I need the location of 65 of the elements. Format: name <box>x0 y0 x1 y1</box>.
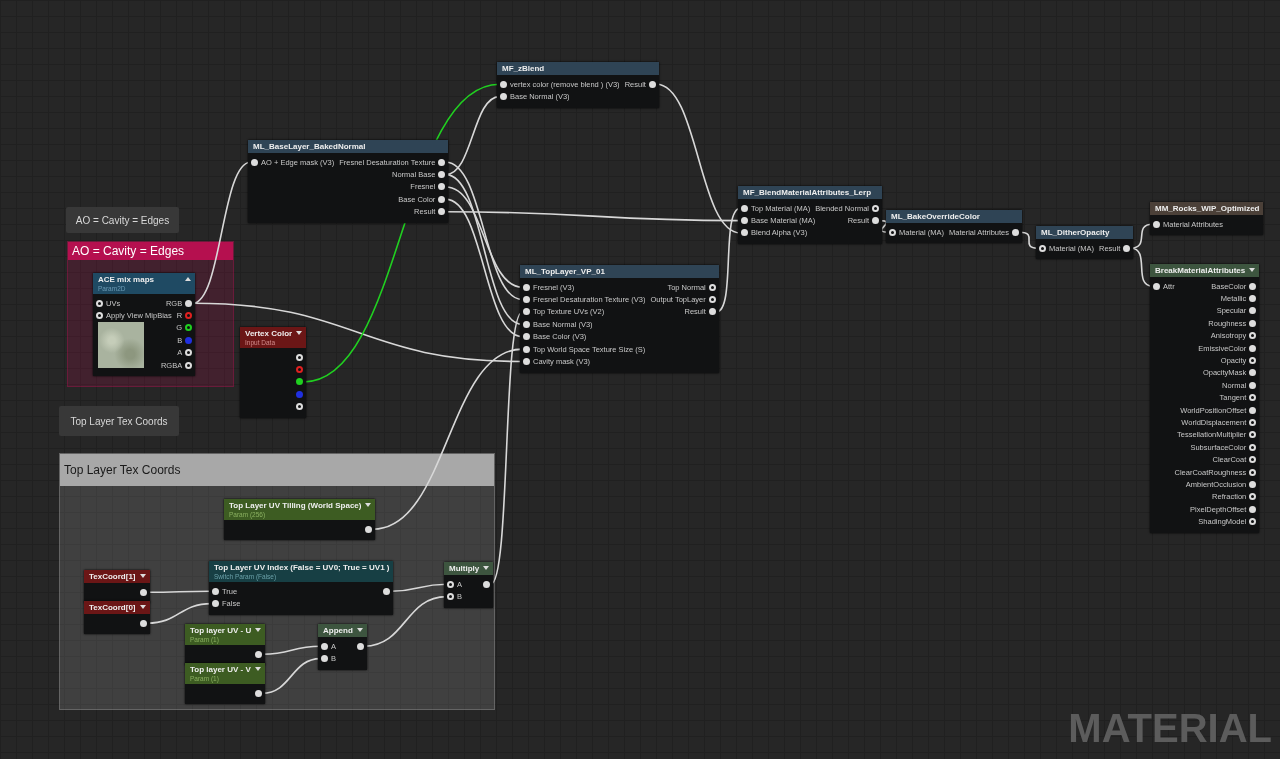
triangle-down-icon[interactable] <box>296 331 303 335</box>
output-pin[interactable] <box>296 378 304 386</box>
graph-node[interactable] <box>1150 264 1260 533</box>
input-pin[interactable] <box>212 587 219 595</box>
comment-bubble: AO = Cavity = Edges <box>66 207 179 233</box>
node-title: ML_BaseLayer_BakedNormal <box>253 142 366 151</box>
texture-thumbnail <box>98 322 144 368</box>
node-title: Vertex Color <box>245 329 293 338</box>
output-pin[interactable] <box>185 324 193 332</box>
node-title: Top layer UV - U <box>190 626 252 635</box>
triangle-down-icon[interactable] <box>139 605 146 609</box>
node-title: BreakMaterialAttributes <box>1155 266 1246 275</box>
input-pin[interactable] <box>96 312 103 320</box>
node-title: TexCoord[1] <box>89 572 136 581</box>
node-title: Top layer UV - V <box>190 665 251 674</box>
input-pin[interactable] <box>321 655 328 663</box>
input-pin[interactable] <box>447 580 454 588</box>
graph-node[interactable] <box>520 265 719 373</box>
triangle-down-icon[interactable] <box>356 628 363 632</box>
node-title: ML_TopLayer_VP_01 <box>525 267 605 276</box>
triangle-up-icon[interactable] <box>185 277 192 281</box>
input-pin[interactable] <box>321 642 328 650</box>
input-pin[interactable] <box>523 345 530 353</box>
triangle-down-icon[interactable] <box>1249 268 1256 272</box>
input-pin[interactable] <box>889 228 896 236</box>
input-pin[interactable] <box>447 593 454 601</box>
triangle-down-icon[interactable] <box>139 574 146 578</box>
input-pin[interactable] <box>523 296 530 304</box>
node-title: ACE mix maps <box>98 275 155 284</box>
graph-type-label: MATERIAL <box>1068 706 1272 751</box>
node-title: Multiply <box>449 564 480 573</box>
node-title: Top Layer UV Index (False = UV0; True = UV1 ) <box>214 563 390 572</box>
input-pin[interactable] <box>96 299 103 307</box>
node-title: TexCoord[0] <box>89 603 136 612</box>
input-pin[interactable] <box>1153 220 1160 228</box>
graph-node[interactable]: TexCoord[1] <box>84 570 150 604</box>
triangle-down-icon[interactable] <box>365 503 372 507</box>
input-pin[interactable] <box>523 320 530 328</box>
comment-bubble: Top Layer Tex Coords <box>59 406 179 436</box>
input-pin[interactable] <box>741 217 748 225</box>
comment-title: AO = Cavity = Edges <box>72 244 185 258</box>
node-title: ML_BakeOverrideColor <box>891 212 980 221</box>
input-pin[interactable] <box>523 308 530 316</box>
input-pin[interactable] <box>212 600 219 608</box>
input-pin[interactable] <box>741 229 748 237</box>
triangle-down-icon[interactable] <box>254 667 261 671</box>
triangle-down-icon[interactable] <box>483 566 490 570</box>
input-pin[interactable] <box>523 333 530 341</box>
input-pin[interactable] <box>1039 244 1046 252</box>
input-pin[interactable] <box>500 80 507 88</box>
triangle-down-icon[interactable] <box>255 628 262 632</box>
graph-node[interactable]: TexCoord[0] <box>84 601 150 635</box>
node-title: MF_zBlend <box>502 64 545 73</box>
node-title: ML_DitherOpacity <box>1041 228 1110 237</box>
node-title: Append <box>323 626 353 635</box>
input-pin[interactable] <box>523 358 530 366</box>
node-title: MM_Rocks_WIP_Optimized <box>1155 204 1260 213</box>
node-title: Top Layer UV Tilling (World Space) <box>229 501 362 510</box>
input-pin[interactable] <box>251 158 258 166</box>
comment-title: Top Layer Tex Coords <box>64 463 181 477</box>
input-pin[interactable] <box>741 204 748 212</box>
input-pin[interactable] <box>523 283 530 291</box>
input-pin[interactable] <box>500 93 507 101</box>
node-title: MF_BlendMaterialAttributes_Lerp <box>743 188 872 197</box>
input-pin[interactable] <box>1153 282 1160 290</box>
